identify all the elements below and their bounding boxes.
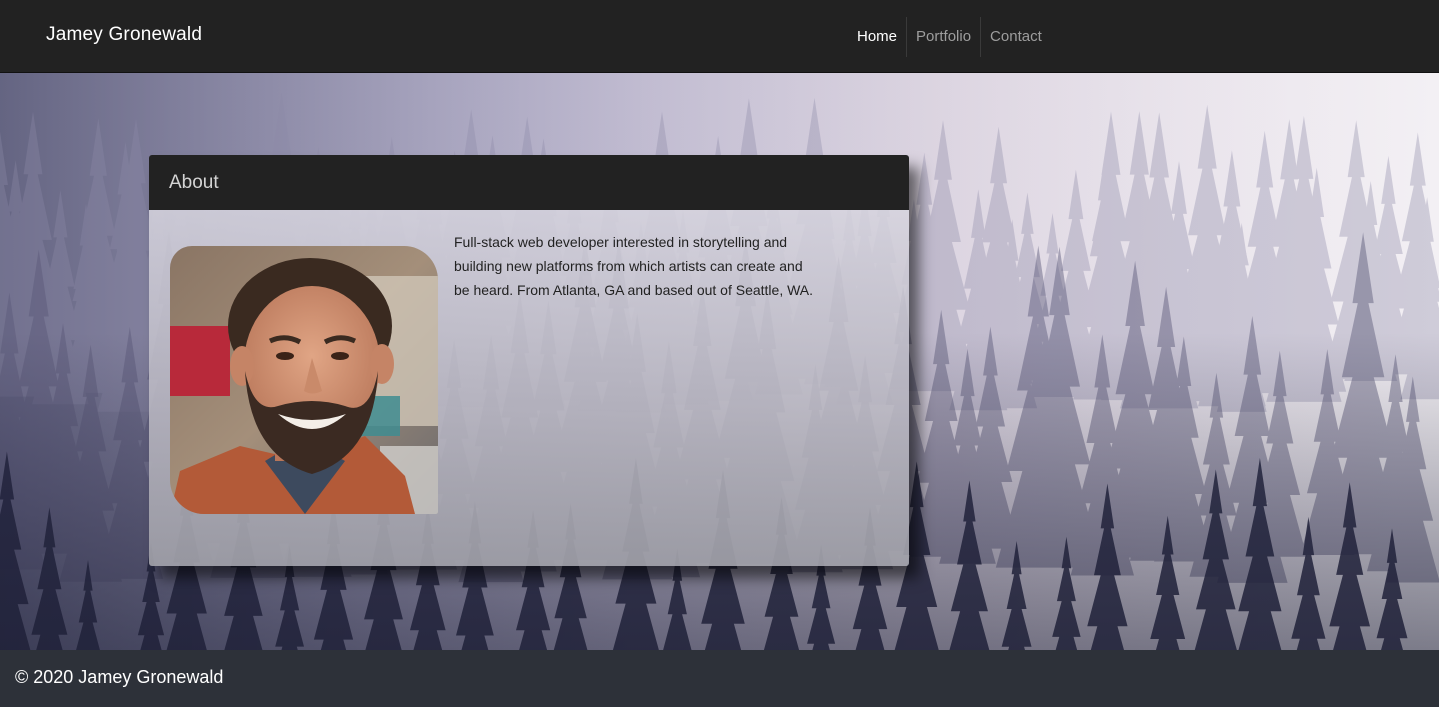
about-card: About Full-stack web developer intereste… [149, 155, 909, 566]
top-navbar: Jamey Gronewald Home Portfolio Contact [0, 0, 1439, 73]
nav-link-home[interactable]: Home [848, 17, 906, 57]
about-card-title: About [149, 155, 909, 210]
footer: © 2020 Jamey Gronewald [0, 650, 1439, 707]
brand-link[interactable]: Jamey Gronewald [46, 24, 202, 46]
footer-copyright: © 2020 Jamey Gronewald [15, 667, 224, 687]
main-nav: Home Portfolio Contact [848, 17, 1051, 57]
nav-link-contact[interactable]: Contact [980, 17, 1051, 57]
about-card-body: Full-stack web developer interested in s… [149, 210, 909, 566]
nav-link-portfolio[interactable]: Portfolio [906, 17, 980, 57]
profile-photo [170, 246, 438, 514]
about-bio-text: Full-stack web developer interested in s… [454, 234, 814, 298]
